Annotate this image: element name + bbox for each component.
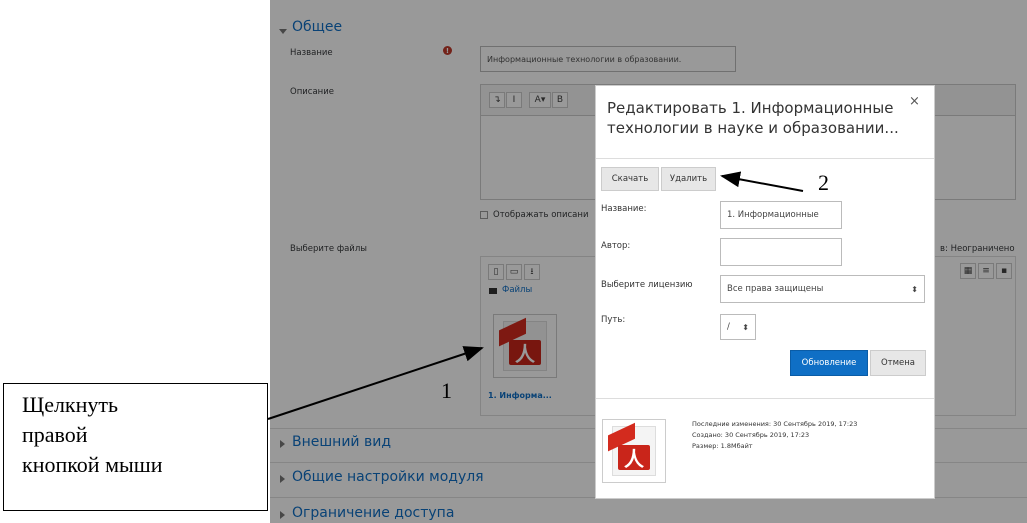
annotation-number-2: 2 bbox=[818, 170, 829, 195]
callout-text: Щелкнуть правой кнопкой мыши bbox=[22, 392, 163, 477]
arrow-to-delete bbox=[720, 171, 804, 192]
callout-box: Щелкнуть правой кнопкой мыши bbox=[3, 383, 268, 511]
annotation-number-1: 1 bbox=[441, 378, 452, 403]
